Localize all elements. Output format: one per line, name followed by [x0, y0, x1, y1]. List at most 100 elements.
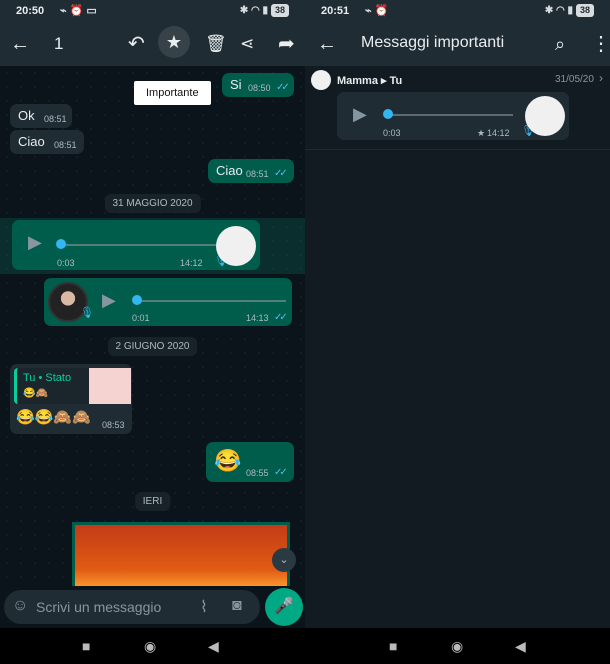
android-nav-bar: ■ ◉ ◀ — [305, 628, 610, 664]
home-icon[interactable]: ◉ — [451, 638, 463, 655]
camera-icon[interactable]: ◙ — [232, 597, 242, 615]
selection-action-bar: ← ↶ 🗑 ⋖ ➦ — [0, 22, 305, 66]
message-text: Ciao — [216, 163, 243, 178]
quoted-status[interactable]: Tu • Stato 😂🙈 — [14, 368, 131, 404]
battery-icon: 38 — [270, 4, 289, 17]
voice-progress-handle[interactable] — [383, 109, 393, 119]
page-title: Messaggi importanti — [361, 34, 505, 51]
message-list[interactable]: Importante Si 08:50 ✓✓ Ok 08:51 Ciao 08:… — [0, 66, 305, 586]
reply-icon[interactable]: ↶ — [128, 32, 145, 56]
message-emoji: 😂 — [214, 448, 242, 473]
date-chip: 31 MAGGIO 2020 — [104, 194, 201, 213]
read-ticks-icon: ✓✓ — [276, 82, 290, 93]
star-icon: ★ — [165, 32, 183, 52]
voice-duration: 0:03 — [383, 128, 401, 138]
status-system-icons: ✱ ◠ ▮ 38 — [240, 4, 289, 17]
play-icon[interactable]: ▶ — [353, 104, 367, 125]
sender-line: Mamma ▸ Tu — [337, 75, 403, 87]
message-time: 14:12 — [180, 258, 203, 268]
message-text: Ciao — [18, 134, 45, 149]
avatar — [311, 70, 331, 90]
recents-icon[interactable]: ■ — [389, 638, 397, 654]
status-time: 20:51 — [321, 5, 350, 17]
voice-progress-track[interactable] — [60, 244, 220, 246]
play-icon[interactable]: ▶ — [28, 232, 42, 253]
voice-duration: 0:01 — [132, 313, 150, 323]
mic-icon: 🎙 — [80, 307, 94, 319]
avatar — [525, 96, 565, 136]
message-ciao-out[interactable]: Ciao 08:51 ✓✓ — [208, 159, 294, 183]
selected-count: 1 — [54, 34, 64, 53]
message-time: 08:50 — [248, 83, 271, 93]
scroll-down-button[interactable]: ⌄ — [272, 548, 296, 572]
quoted-title: Tu • Stato — [23, 372, 72, 384]
forward-icon[interactable]: ➦ — [278, 32, 295, 56]
back-icon[interactable]: ◀ — [208, 638, 219, 655]
voice-progress-track[interactable] — [387, 114, 513, 116]
status-system-icons: ✱ ◠ ▮ 38 — [545, 4, 594, 17]
voice-message-1[interactable]: ▶ 0:03 14:12 🎙 — [12, 220, 260, 270]
compose-field[interactable]: ☺ ⌇ ◙ — [4, 590, 260, 624]
date-chip: IERI — [134, 492, 171, 511]
image-message[interactable] — [72, 522, 290, 586]
message-time: 08:53 — [102, 420, 125, 430]
message-status-reply[interactable]: Tu • Stato 😂🙈 😂😂🙈🙈 08:53 — [10, 364, 132, 434]
recents-icon[interactable]: ■ — [82, 638, 90, 654]
message-time: 08:55 — [246, 468, 269, 478]
mic-icon: 🎤 — [274, 598, 294, 615]
share-icon[interactable]: ⋖ — [240, 32, 254, 56]
back-arrow-icon[interactable]: ← — [10, 32, 30, 56]
chevron-right-icon[interactable]: › — [599, 71, 603, 85]
delete-icon[interactable]: 🗑 — [205, 32, 227, 56]
voice-progress-track[interactable] — [136, 300, 286, 302]
home-icon[interactable]: ◉ — [144, 638, 156, 655]
message-ciao-in[interactable]: Ciao 08:51 — [10, 130, 84, 154]
status-time: 20:50 — [16, 5, 45, 17]
message-time: 08:51 — [44, 114, 67, 124]
voice-record-button[interactable]: 🎤 — [265, 588, 303, 626]
starred-messages-screen: 20:51 ⌁⏰ ✱ ◠ ▮ 38 ← ⌕ ⋮ Messaggi importan… — [305, 0, 610, 664]
voice-duration: 0:03 — [57, 258, 75, 268]
star-small-icon: ★ — [477, 128, 486, 138]
voice-message-2[interactable]: 🎙 ▶ 0:01 14:13 ✓✓ — [44, 278, 292, 326]
voice-progress-handle[interactable] — [56, 239, 66, 249]
status-bar: 20:50 ⌁⏰▭ ✱ ◠ ▮ 38 — [0, 0, 305, 22]
tooltip-importante: Importante — [134, 81, 211, 105]
message-text: Si — [230, 77, 242, 92]
status-notification-icons: ⌁⏰ — [365, 5, 392, 17]
chat-screen: 20:50 ⌁⏰▭ ✱ ◠ ▮ 38 ← ↶ 🗑 ⋖ ➦ 1 ★ Importan… — [0, 0, 305, 664]
status-bar: 20:51 ⌁⏰ ✱ ◠ ▮ 38 — [305, 0, 610, 22]
compose-bar: ☺ ⌇ ◙ 🎤 — [0, 586, 305, 628]
message-ok[interactable]: Ok 08:51 — [10, 104, 72, 128]
message-input[interactable] — [36, 597, 176, 617]
message-time: 08:51 — [246, 169, 269, 179]
avatar — [216, 226, 256, 266]
message-time: 14:12 — [487, 128, 510, 138]
search-icon[interactable]: ⌕ — [555, 32, 565, 56]
quoted-line: 😂🙈 — [23, 388, 48, 399]
attach-icon[interactable]: ⌇ — [200, 597, 208, 617]
more-icon[interactable]: ⋮ — [591, 32, 610, 56]
voice-message-starred[interactable]: ▶ 0:03 ★ 14:12 🎙 — [337, 92, 569, 140]
back-arrow-icon[interactable]: ← — [317, 32, 337, 56]
date-chip: 2 GIUGNO 2020 — [107, 337, 198, 356]
battery-icon: 38 — [575, 4, 594, 17]
message-laugh[interactable]: 😂 08:55 ✓✓ — [206, 442, 294, 482]
star-button[interactable]: ★ — [158, 26, 190, 58]
message-emojis: 😂😂🙈🙈 — [16, 409, 91, 426]
message-text: Ok — [18, 108, 35, 123]
read-ticks-icon: ✓✓ — [274, 467, 288, 478]
status-notification-icons: ⌁⏰▭ — [60, 5, 100, 17]
status-thumbnail — [89, 368, 131, 404]
voice-progress-handle[interactable] — [132, 295, 142, 305]
android-nav-bar: ■ ◉ ◀ — [0, 628, 305, 664]
read-ticks-icon: ✓✓ — [274, 168, 288, 179]
message-si[interactable]: Si 08:50 ✓✓ — [222, 73, 294, 97]
emoji-icon[interactable]: ☺ — [12, 597, 28, 615]
back-icon[interactable]: ◀ — [515, 638, 526, 655]
play-icon[interactable]: ▶ — [102, 290, 116, 311]
starred-message-item[interactable]: Mamma ▸ Tu 31/05/20 › ▶ 0:03 ★ 14:12 🎙 — [305, 66, 610, 150]
read-ticks-icon: ✓✓ — [274, 312, 288, 323]
message-time: 14:13 — [246, 313, 269, 323]
chevron-down-icon: ⌄ — [279, 554, 289, 566]
